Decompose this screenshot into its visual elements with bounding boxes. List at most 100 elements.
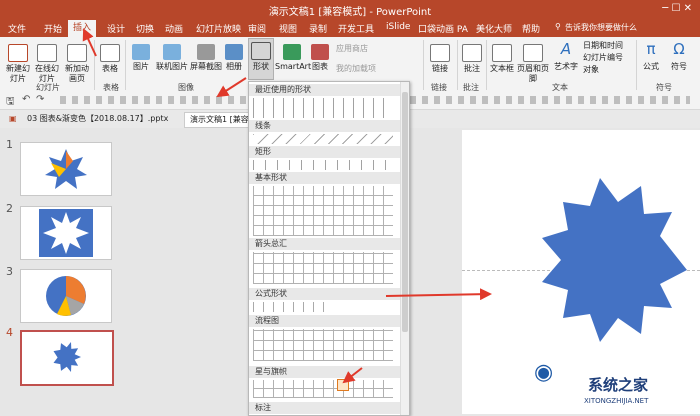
twelve-point-star-thumbnail xyxy=(53,342,81,372)
slide-thumbnail[interactable] xyxy=(20,206,112,260)
table-icon xyxy=(100,44,120,62)
tab-review[interactable]: 审阅 xyxy=(248,22,266,35)
comment-icon xyxy=(462,44,482,62)
slide-number-button[interactable]: 幻灯片编号 xyxy=(583,53,623,63)
recent-shapes-grid[interactable] xyxy=(253,98,393,118)
album-button[interactable]: 相册 xyxy=(222,44,246,72)
section-stars-banners: 星与旗帜 xyxy=(249,366,405,378)
gallery-scrollbar[interactable] xyxy=(400,82,409,415)
toolbar-icons[interactable] xyxy=(60,96,246,104)
tab-help[interactable]: 帮助 xyxy=(522,22,540,35)
omega-icon: Ω xyxy=(673,40,685,58)
tab-view[interactable]: 视图 xyxy=(279,22,297,35)
comment-button[interactable]: 批注 xyxy=(462,44,482,74)
group-separator xyxy=(125,40,126,90)
flowchart-grid[interactable] xyxy=(253,329,393,361)
my-addins-button[interactable]: 我的加载项 xyxy=(336,64,388,74)
tab-slideshow[interactable]: 幻灯片放映 xyxy=(196,22,241,35)
tab-home[interactable]: 开始 xyxy=(44,22,62,35)
twelve-point-star-option[interactable] xyxy=(337,379,349,391)
tab-animations[interactable]: 动画 xyxy=(165,22,183,35)
twelve-point-star-shape[interactable] xyxy=(462,130,700,414)
online-slide-button[interactable]: 在线幻灯片 xyxy=(33,44,61,84)
smartart-icon xyxy=(283,44,301,60)
basic-shapes-grid[interactable] xyxy=(253,186,393,236)
tab-design[interactable]: 设计 xyxy=(107,22,125,35)
ribbon-tabs: 文件 开始 插入 设计 切换 动画 幻灯片放映 审阅 视图 录制 开发工具 iS… xyxy=(0,20,700,37)
symbol-button[interactable]: Ω 符号 xyxy=(668,40,690,72)
tab-file[interactable]: 文件 xyxy=(8,22,26,35)
shapes-button[interactable]: 形状 xyxy=(248,38,274,80)
save-icon[interactable]: 🖫 xyxy=(6,94,15,111)
equation-button[interactable]: π 公式 xyxy=(640,40,662,72)
link-button[interactable]: 链接 xyxy=(428,44,452,74)
slide-thumbnail[interactable] xyxy=(20,269,112,323)
window-controls[interactable]: ─ ☐ ✕ xyxy=(662,3,692,14)
watermark-logo: ◉ xyxy=(534,360,554,385)
tab-transitions[interactable]: 切换 xyxy=(136,22,154,35)
tab-developer[interactable]: 开发工具 xyxy=(338,22,374,35)
textbox-icon xyxy=(492,44,512,62)
section-lines: 线条 xyxy=(249,120,405,132)
tab-record[interactable]: 录制 xyxy=(309,22,327,35)
rectangles-grid[interactable] xyxy=(253,160,393,170)
wordart-icon: A xyxy=(560,40,572,58)
date-time-button[interactable]: 日期和时间 xyxy=(583,41,623,51)
header-footer-button[interactable]: 页眉和页脚 xyxy=(515,44,551,84)
object-button[interactable]: 对象 xyxy=(583,65,599,75)
new-slide-button[interactable]: 新建幻灯片 xyxy=(4,44,32,84)
section-basic-shapes: 基本形状 xyxy=(249,172,405,184)
section-block-arrows: 箭头总汇 xyxy=(249,238,405,250)
scrollbar-thumb[interactable] xyxy=(402,92,408,332)
new-slide-icon xyxy=(8,44,28,62)
document-tab-active[interactable]: 演示文稿1 [兼容 xyxy=(184,112,255,128)
picture-icon xyxy=(132,44,150,60)
table-button[interactable]: 表格 xyxy=(98,44,122,74)
slide-thumbnail-active[interactable] xyxy=(20,330,114,386)
undo-icon[interactable]: ↶ xyxy=(22,94,30,105)
chart-button[interactable]: 图表 xyxy=(310,44,330,72)
shapes-gallery[interactable]: 最近使用的形状 线条 矩形 基本形状 箭头总汇 公式形状 流程图 星与旗帜 标注 xyxy=(248,81,410,416)
group-separator xyxy=(486,40,487,90)
title-bar: 演示文稿1 [兼容模式] - PowerPoint ─ ☐ ✕ xyxy=(0,0,700,20)
block-arrows-grid[interactable] xyxy=(253,252,393,284)
watermark-url: XITONGZHIJIA.NET xyxy=(584,397,649,405)
tab-pocket-animation[interactable]: 口袋动画 PA xyxy=(418,22,468,35)
header-footer-icon xyxy=(523,44,543,62)
slide-thumbnail[interactable] xyxy=(20,142,112,196)
section-callouts: 标注 xyxy=(249,402,405,414)
group-separator xyxy=(457,40,458,90)
tell-me-box[interactable]: 告诉我你想要做什么 xyxy=(565,22,637,33)
tab-islide[interactable]: iSlide xyxy=(386,22,410,32)
search-icon[interactable]: ⚲ xyxy=(555,22,561,31)
section-recent-shapes: 最近使用的形状 xyxy=(249,84,405,96)
new-animation-page-button[interactable]: 新加动画页 xyxy=(62,44,92,84)
slides-panel: 1 2 3 4 xyxy=(0,128,130,414)
group-separator xyxy=(636,40,637,90)
section-flowchart: 流程图 xyxy=(249,315,405,327)
toolbar-icons[interactable] xyxy=(410,96,690,104)
stars-banners-grid[interactable] xyxy=(253,380,393,398)
watermark-text: 系统之家 xyxy=(588,376,649,394)
screenshot-button[interactable]: 屏幕截图 xyxy=(190,44,222,72)
textbox-button[interactable]: 文本框 xyxy=(490,44,514,74)
store-button[interactable]: 应用商店 xyxy=(336,44,386,54)
smartart-button[interactable]: SmartArt xyxy=(275,44,311,72)
online-picture-icon xyxy=(163,44,181,60)
slide-canvas[interactable]: ◉ 系统之家 XITONGZHIJIA.NET xyxy=(462,130,700,414)
lines-grid[interactable] xyxy=(253,134,393,144)
white-star-shape xyxy=(43,212,89,254)
tab-insert[interactable]: 插入 xyxy=(68,20,97,37)
pi-icon: π xyxy=(646,40,656,58)
equation-shapes-grid[interactable] xyxy=(253,302,325,312)
redo-icon[interactable]: ↷ xyxy=(36,94,44,105)
document-tab[interactable]: 03 图表&渐变色【2018.08.17】.pptx xyxy=(22,112,173,126)
tab-beautify[interactable]: 美化大师 xyxy=(476,22,512,35)
group-separator xyxy=(94,40,95,90)
picture-button[interactable]: 图片 xyxy=(129,44,153,72)
window-title: 演示文稿1 [兼容模式] - PowerPoint xyxy=(268,7,432,18)
online-picture-button[interactable]: 联机图片 xyxy=(154,44,190,72)
online-slide-icon xyxy=(37,44,57,62)
wordart-button[interactable]: A 艺术字 xyxy=(552,40,580,72)
link-icon xyxy=(430,44,450,62)
